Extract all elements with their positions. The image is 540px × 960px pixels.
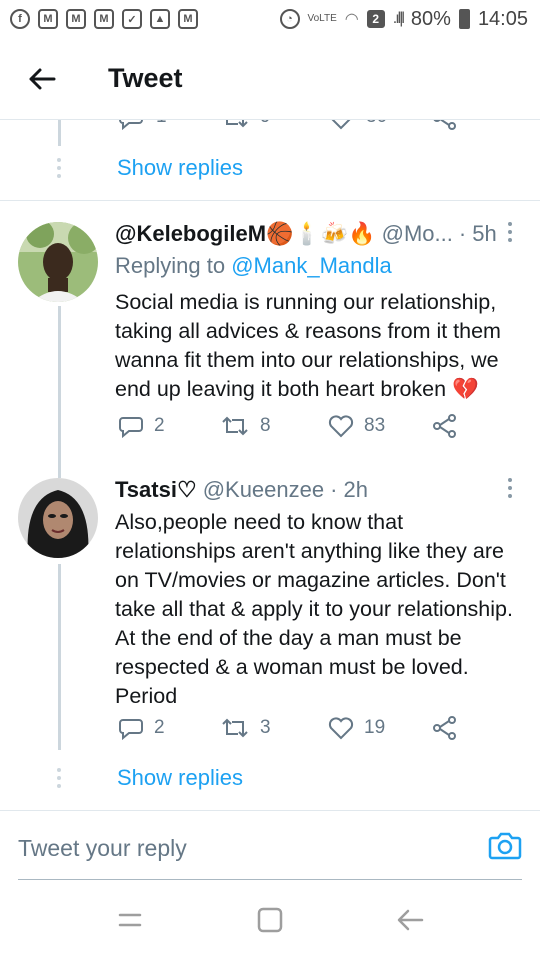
app-bar: Tweet [0,38,540,120]
reply-icon[interactable] [118,120,144,130]
reply-icon [119,719,143,740]
timestamp: · 2h [330,477,369,502]
more-options-icon[interactable] [506,478,514,498]
previous-tweet-actions: 1 9 30 [0,120,540,130]
user-handle[interactable]: @Mo... [382,221,453,247]
clock: 14:05 [477,7,528,30]
ellipsis-icon [55,768,63,788]
share-icon[interactable] [432,120,458,130]
recent-apps-button[interactable] [110,900,150,940]
camera-button[interactable] [488,831,522,861]
share-button[interactable] [432,414,458,438]
previous-like-count: 30 [366,120,387,128]
previous-reply-count: 1 [156,120,167,128]
tweet-text: Social media is running our relationship… [115,290,501,401]
like-icon[interactable] [328,120,354,130]
tweet-actions: 2 8 83 [115,414,475,444]
like-icon [328,415,354,438]
gmail-icon: M [66,9,86,29]
home-icon [257,907,283,933]
reply-input[interactable]: Tweet your reply [18,835,187,862]
retweet-icon[interactable] [220,120,250,130]
signal-icon: .ıl|l [392,10,405,27]
like-icon [328,717,354,740]
navigation-bar [0,880,540,960]
tweet-text: Also,people need to know that relationsh… [115,510,513,708]
previous-retweet-count: 9 [260,120,271,128]
avatar-photo [18,478,98,558]
retweet-count: 3 [260,717,271,738]
user-handle[interactable]: @Kueenzee [203,477,324,503]
tweet-header: @KelebogileM🏀🕯️🍻🔥 @Mo... · 5h [115,221,510,247]
battery-percent: 80% [410,7,451,30]
recent-apps-icon [118,913,142,927]
gmail-icon: M [178,9,198,29]
avatar[interactable] [18,222,98,302]
wifi-icon: ◠ [344,11,359,28]
replying-to: Replying to @Mank_Mandla [115,253,392,279]
show-replies-row[interactable]: Show replies [0,140,540,196]
replying-handle-link[interactable]: @Mank_Mandla [231,253,392,278]
sim-badge: 2 [366,10,385,28]
back-button[interactable] [0,38,84,120]
system-icons: ◔ VoLTE ◠ 2 .ıl|l 80% 14:05 [279,7,528,31]
like-count: 19 [364,717,386,738]
volte-icon: VoLTE [307,13,337,24]
gmail-icon: M [38,9,58,29]
more-options-icon[interactable] [506,222,514,242]
reply-button[interactable]: 2 [118,716,165,740]
like-button[interactable]: 19 [328,716,385,740]
show-replies-link[interactable]: Show replies [117,155,243,181]
reply-composer: Tweet your reply [0,810,540,880]
gallery-icon: ▲ [150,9,170,29]
avatar[interactable] [18,478,98,558]
camera-icon [488,832,522,860]
reply-icon [119,417,143,438]
share-icon [433,716,456,740]
avatar-photo [18,222,98,302]
share-icon [433,414,456,438]
arrow-left-icon [29,68,56,89]
retweet-button[interactable]: 3 [220,716,271,740]
tweet-header: Tsatsi♡ @Kueenzee · 2h [115,477,510,503]
like-button[interactable]: 83 [328,414,385,438]
tweet-actions: 2 3 19 [115,716,475,746]
show-replies-link[interactable]: Show replies [117,765,243,791]
display-name[interactable]: Tsatsi♡ [115,477,197,503]
replying-label: Replying to [115,253,226,278]
facebook-icon: f [10,9,30,29]
retweet-icon [222,416,248,436]
alarm-icon: ◔ [279,9,300,29]
page-title: Tweet [108,63,183,93]
tweet[interactable]: Tsatsi♡ @Kueenzee · 2h Also,people need … [0,460,540,750]
like-count: 83 [364,415,386,436]
reply-count: 2 [154,415,165,436]
share-button[interactable] [432,716,458,740]
tweet[interactable]: @KelebogileM🏀🕯️🍻🔥 @Mo... · 5h Replying t… [0,200,540,460]
timestamp: · 5h [458,221,497,246]
retweet-button[interactable]: 8 [220,414,271,438]
ellipsis-icon [55,158,63,178]
show-replies-row[interactable]: Show replies [0,750,540,806]
display-name[interactable]: @KelebogileM🏀🕯️🍻🔥 [115,221,376,247]
battery-icon [458,9,470,29]
retweet-icon [222,718,248,738]
thread-line [58,564,61,750]
thread-line [58,306,61,460]
thread-line [58,460,61,478]
retweet-count: 8 [260,415,271,436]
home-button[interactable] [250,900,290,940]
gmail-icon: M [94,9,114,29]
tweet-thread[interactable]: 1 9 30 Show replies @KelebogileM🏀🕯️🍻� [0,120,540,810]
notification-icons: f M M M ✓ ▲ M [10,9,198,29]
reply-button[interactable]: 2 [118,414,165,438]
status-bar: f M M M ✓ ▲ M ◔ VoLTE ◠ 2 .ıl|l 80% 14:0… [0,0,540,38]
system-back-button[interactable] [390,900,430,940]
reply-count: 2 [154,717,165,738]
checkbox-icon: ✓ [122,9,142,29]
back-arrow-icon [397,909,424,931]
